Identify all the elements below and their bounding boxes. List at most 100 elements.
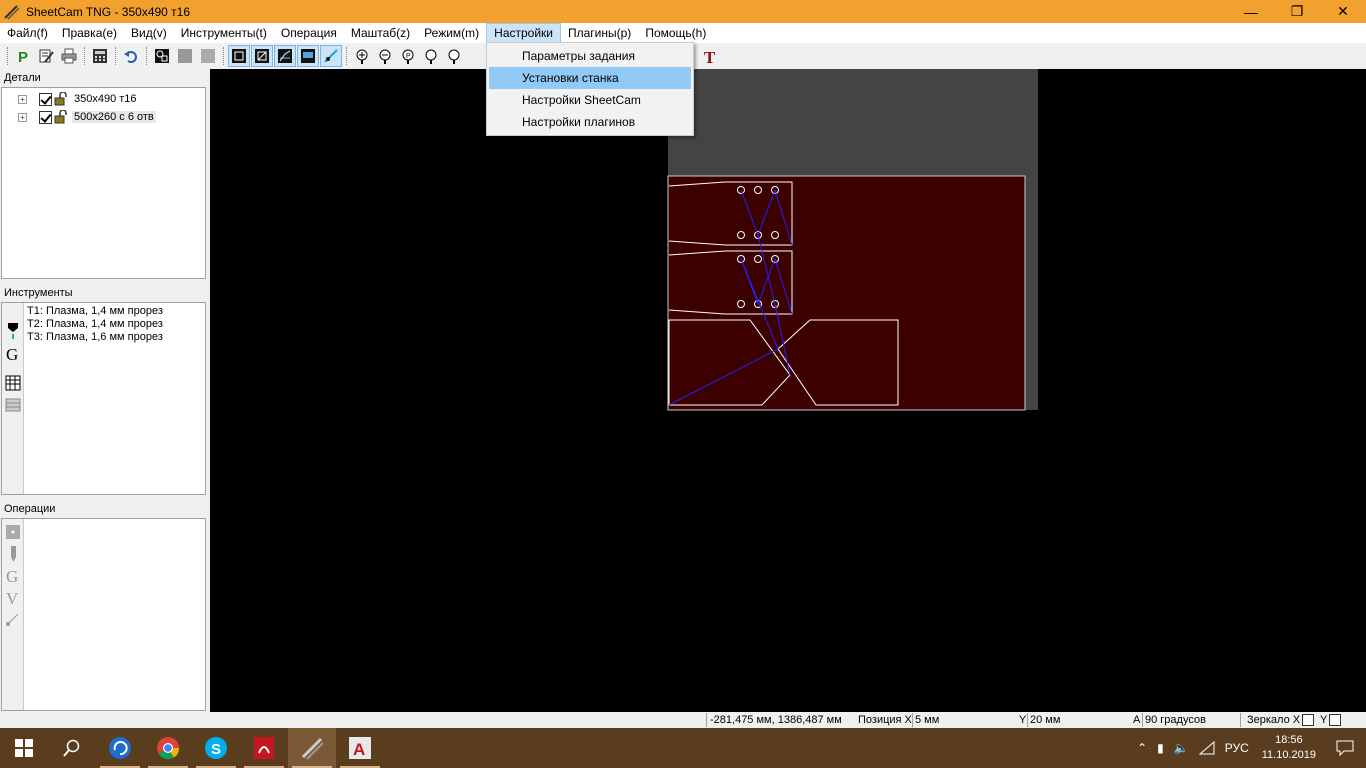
tool-item[interactable]: T2: Плазма, 1,4 мм прорез (27, 318, 163, 331)
menu-help[interactable]: Помощь(h) (638, 23, 713, 43)
view-gray-1-button[interactable] (174, 45, 196, 67)
edit-code-button[interactable] (35, 45, 57, 67)
part-visible-checkbox[interactable] (39, 92, 52, 106)
position-y-field[interactable]: 20 мм (1030, 713, 1060, 727)
angle-field[interactable]: 90 градусов (1145, 713, 1206, 727)
taskbar-chrome[interactable] (144, 728, 192, 768)
settings-dropdown-menu: Параметры задания Установки станка Настр… (486, 42, 694, 136)
zoom-out-button[interactable] (374, 45, 396, 67)
mirror-y-label: Y (1320, 714, 1328, 726)
network-icon[interactable] (1194, 741, 1220, 755)
zoom-part-button[interactable]: P (397, 45, 419, 67)
unlock-icon[interactable] (54, 92, 68, 106)
mirror-y-group: Y (1320, 713, 1342, 727)
menu-view[interactable]: Вид(v) (124, 23, 174, 43)
print-button[interactable] (58, 45, 80, 67)
position-x-field[interactable]: 5 мм (915, 713, 939, 727)
tool-item[interactable]: T1: Плазма, 1,4 мм прорез (27, 305, 163, 318)
vcarve-v-icon[interactable]: V (5, 589, 21, 607)
angle-label: A (1133, 714, 1141, 726)
table-list-icon[interactable] (5, 397, 21, 413)
mirror-y-checkbox[interactable] (1329, 714, 1342, 727)
language-indicator[interactable]: РУС (1220, 741, 1254, 755)
chrome-icon (157, 737, 180, 760)
part-row[interactable]: + 500x260 с 6 отв (18, 108, 156, 126)
menu-item-machine-setup[interactable]: Установки станка (489, 67, 691, 89)
sheetcam-app-icon (4, 4, 20, 20)
zoom-in-button[interactable] (351, 45, 373, 67)
taskbar-sheetcam[interactable] (288, 728, 336, 768)
drill-point-icon[interactable] (5, 524, 21, 540)
expand-plus-icon[interactable]: + (18, 112, 27, 122)
mirror-x-checkbox[interactable] (1302, 714, 1315, 727)
menu-item-job-options[interactable]: Параметры задания (489, 45, 691, 67)
menu-operation[interactable]: Операция (274, 23, 344, 43)
svg-text:A: A (353, 740, 365, 759)
taskbar-sync-app[interactable] (96, 728, 144, 768)
post-process-button[interactable]: P (12, 45, 34, 67)
volume-icon[interactable]: 🔈 (1169, 741, 1194, 755)
view-path-button[interactable] (274, 44, 296, 67)
expand-plus-icon[interactable]: + (18, 94, 27, 104)
plasma-cut-icon[interactable] (5, 545, 21, 563)
search-icon (63, 739, 80, 757)
search-button[interactable] (48, 728, 96, 768)
taskbar-autocad[interactable]: A (336, 728, 384, 768)
operations-panel-title: Операции (0, 501, 207, 517)
view-rapids-button[interactable] (320, 44, 342, 67)
menu-zoom[interactable]: Маштаб(z) (344, 23, 417, 43)
fill-icon (255, 48, 269, 63)
zoom-all-button[interactable] (443, 45, 465, 67)
windows-logo-icon (15, 739, 33, 757)
gray-square-icon (178, 48, 192, 63)
text-tool-button[interactable]: T (700, 45, 722, 67)
taskbar-skype[interactable]: S (192, 728, 240, 768)
part-label[interactable]: 500x260 с 6 отв (72, 111, 156, 123)
menu-tools[interactable]: Инструменты(t) (174, 23, 274, 43)
battery-icon[interactable]: ▮ (1152, 741, 1169, 755)
calculator-button[interactable] (89, 45, 111, 67)
edit-icon (39, 49, 54, 63)
clock[interactable]: 18:56 11.10.2019 (1254, 733, 1324, 763)
menu-edit[interactable]: Правка(e) (55, 23, 124, 43)
unlock-icon[interactable] (54, 110, 68, 124)
minimize-button[interactable]: — (1228, 0, 1274, 23)
menu-settings[interactable]: Настройки (486, 23, 561, 43)
title-bar: SheetCam TNG - 350x490 т16 — ❐ ✕ (0, 0, 1366, 23)
menu-item-sheetcam-settings[interactable]: Настройки SheetCam (489, 89, 691, 111)
notifications-icon[interactable] (1324, 740, 1366, 756)
view-sheet-button[interactable] (297, 44, 319, 67)
drawing-canvas[interactable] (210, 69, 1366, 712)
view-outline-button[interactable] (228, 44, 250, 67)
zoom-all-icon (448, 49, 460, 64)
view-gray-2-button[interactable] (197, 45, 219, 67)
view-contour-button[interactable] (151, 45, 173, 67)
parts-panel-title: Детали (0, 70, 207, 86)
plasma-torch-icon[interactable] (5, 321, 21, 341)
part-visible-checkbox[interactable] (39, 110, 52, 124)
nest-view[interactable] (210, 69, 1366, 712)
tray-chevron-icon[interactable]: ⌃ (1132, 741, 1152, 755)
part-row[interactable]: + 350x490 т16 (18, 90, 139, 108)
undo-button[interactable] (120, 45, 142, 67)
view-fill-button[interactable] (251, 44, 273, 67)
menu-mode[interactable]: Режим(m) (417, 23, 486, 43)
taskbar-pdf[interactable] (240, 728, 288, 768)
menu-plugins[interactable]: Плагины(p) (561, 23, 638, 43)
zoom-fit-button[interactable] (420, 45, 442, 67)
tool-item[interactable]: T3: Плазма, 1,6 мм прорез (27, 331, 163, 344)
table-grid-icon[interactable] (5, 375, 21, 391)
operations-side-toolbar: G V (2, 519, 24, 710)
menu-file[interactable]: Файл(f) (0, 23, 55, 43)
start-button[interactable] (0, 728, 48, 768)
toolbar-separator (223, 46, 225, 65)
part-label[interactable]: 350x490 т16 (72, 93, 139, 105)
menu-item-plugin-settings[interactable]: Настройки плагинов (489, 111, 691, 133)
close-button[interactable]: ✕ (1320, 0, 1366, 23)
path-arrow-icon[interactable] (5, 611, 21, 627)
maximize-button[interactable]: ❐ (1274, 0, 1320, 23)
gcode-g-icon[interactable]: G (5, 567, 21, 585)
gcode-g-icon[interactable]: G (5, 345, 21, 363)
post-p-icon: P (18, 49, 28, 64)
toolbar-separator (346, 46, 348, 65)
